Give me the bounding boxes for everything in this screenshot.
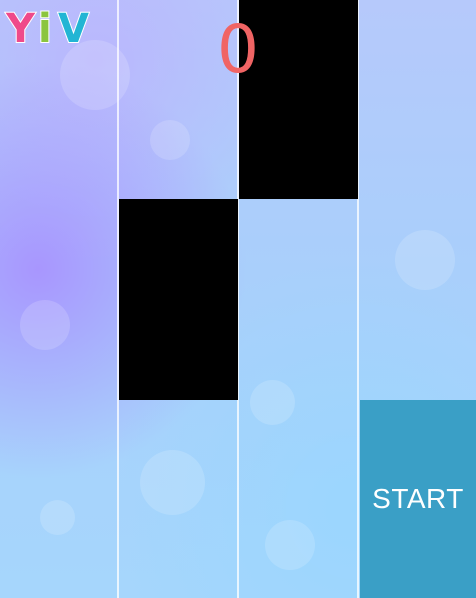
background-bokeh [395, 230, 455, 290]
score-counter: 0 [217, 11, 259, 88]
start-label: START [372, 483, 464, 514]
background-bokeh [140, 450, 205, 515]
logo-letter-y: Y [5, 6, 36, 48]
game-board: START 0 Y i V [0, 0, 476, 598]
logo-letter-v: V [58, 6, 89, 48]
logo-letter-i: i [38, 6, 52, 48]
yiv-logo: Y i V [4, 5, 90, 48]
background-bokeh [40, 500, 75, 535]
background-bokeh [150, 120, 190, 160]
background-bokeh [60, 40, 130, 110]
background-bokeh [250, 380, 295, 425]
start-tile[interactable]: START [360, 400, 476, 598]
background-bokeh [265, 520, 315, 570]
background-bokeh [20, 300, 70, 350]
black-tile[interactable] [119, 199, 238, 400]
